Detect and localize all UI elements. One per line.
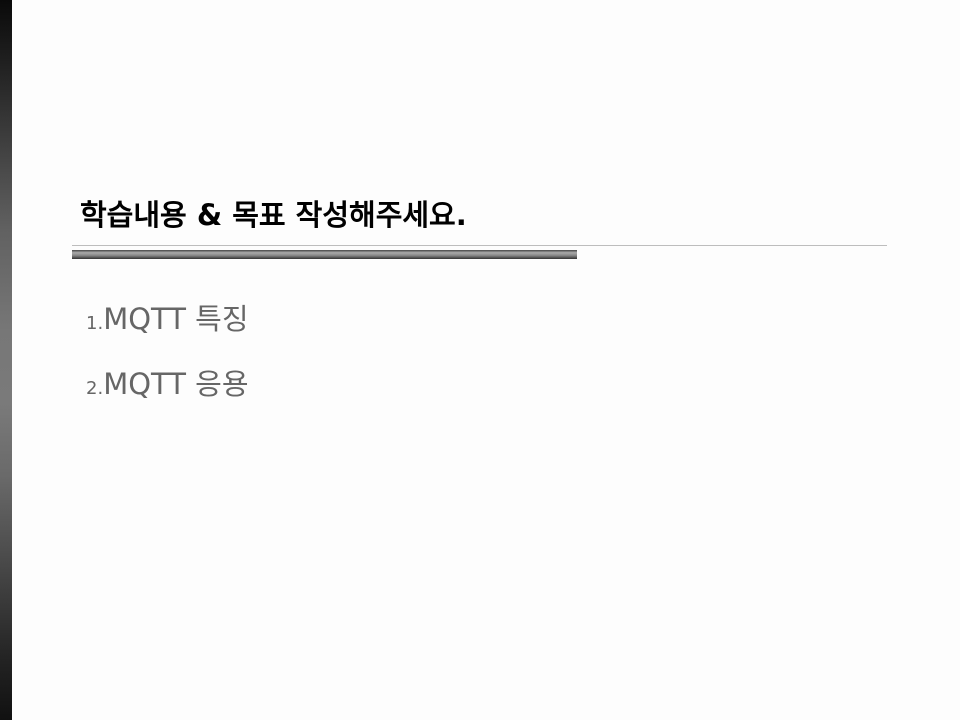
title-divider-thin [72, 245, 887, 246]
list-item-text: MQTT 특징 [103, 302, 249, 336]
list-item-text: MQTT 응용 [103, 367, 249, 401]
list-item-number: 1. [86, 313, 104, 334]
list-item-number: 2. [86, 378, 104, 399]
slide-title: 학습내용 & 목표 작성해주세요. [80, 198, 467, 232]
title-divider-thick [72, 250, 577, 259]
list-item: 2.MQTT 응용 [86, 361, 249, 403]
list-item: 1.MQTT 특징 [86, 296, 249, 338]
slide-side-bar [0, 0, 12, 720]
